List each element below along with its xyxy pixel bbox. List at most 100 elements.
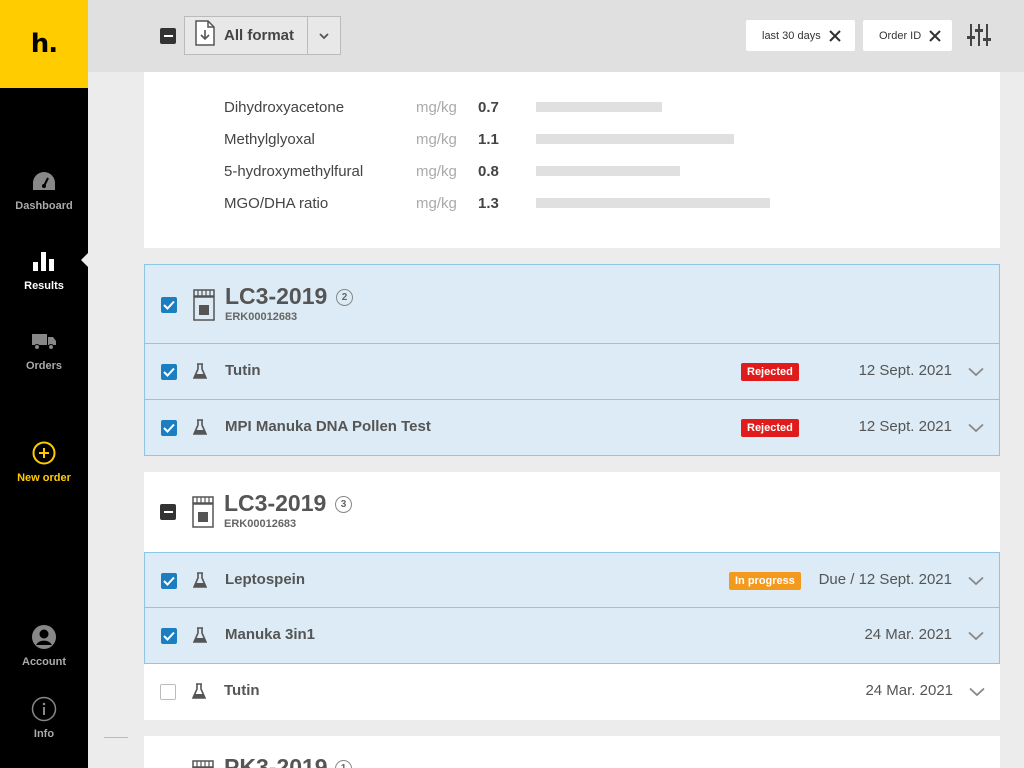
close-icon[interactable] xyxy=(828,29,841,42)
group-title: LC3-2019 xyxy=(225,283,328,309)
order-group-header[interactable]: LC3-2019 3 ERK00012683 xyxy=(144,472,1000,552)
sidebar-item-label: Dashboard xyxy=(15,200,73,212)
sidebar-item-results[interactable]: Results xyxy=(0,248,88,292)
sidebar-item-new-order[interactable]: New order xyxy=(0,440,88,484)
format-selector: All format xyxy=(184,16,341,55)
analyte-value: 1.3 xyxy=(478,195,499,212)
group-title: PK3-2019 xyxy=(224,754,328,768)
group-count-badge: 1 xyxy=(335,760,352,768)
flask-icon xyxy=(192,363,208,384)
row-checkbox[interactable] xyxy=(161,573,177,589)
sliders-icon xyxy=(966,24,992,52)
analyte-bar xyxy=(536,198,770,208)
group-code: ERK00012683 xyxy=(225,311,298,323)
flask-icon xyxy=(192,419,208,440)
row-checkbox[interactable] xyxy=(160,684,176,700)
analyte-value: 1.1 xyxy=(478,131,499,148)
analyte-name: Dihydroxyacetone xyxy=(224,99,345,116)
chevron-down-icon[interactable] xyxy=(968,364,984,382)
sidebar-item-label: New order xyxy=(17,472,71,484)
status-badge: In progress xyxy=(729,572,801,590)
analyte-bar xyxy=(536,166,680,176)
test-name: Leptospein xyxy=(225,571,306,588)
sidebar-item-info[interactable]: Info xyxy=(0,696,88,740)
test-row[interactable]: Tutin Rejected 12 Sept. 2021 xyxy=(144,344,1000,400)
row-checkbox[interactable] xyxy=(161,420,177,436)
flask-icon xyxy=(191,683,207,704)
select-all-checkbox[interactable] xyxy=(160,28,176,44)
sidebar-item-dashboard[interactable]: Dashboard xyxy=(0,168,88,212)
gauge-icon xyxy=(31,168,57,194)
format-dropdown-button[interactable] xyxy=(308,17,340,54)
chevron-down-icon[interactable] xyxy=(968,420,984,438)
analyte-value: 0.8 xyxy=(478,163,499,180)
test-row[interactable]: Leptospein In progress Due / 12 Sept. 20… xyxy=(144,552,1000,608)
chevron-down-icon[interactable] xyxy=(969,684,985,702)
sidebar-item-label: Results xyxy=(24,280,64,292)
active-indicator xyxy=(81,253,88,267)
order-group-header[interactable]: PK3-2019 1 xyxy=(144,736,1000,768)
sidebar-item-label: Account xyxy=(22,656,66,668)
sample-jar-icon xyxy=(192,496,214,533)
chip-label: Order ID xyxy=(879,29,922,42)
logo-text: h. xyxy=(30,29,58,59)
analyte-unit: mg/kg xyxy=(416,131,457,148)
chevron-down-icon xyxy=(319,27,329,45)
sample-jar-icon xyxy=(193,289,215,326)
filter-chip-order-id[interactable]: Order ID xyxy=(863,20,952,51)
format-label: All format xyxy=(224,27,295,44)
download-file-icon xyxy=(194,20,216,51)
test-row[interactable]: MPI Manuka DNA Pollen Test Rejected 12 S… xyxy=(144,400,1000,456)
test-date: 12 Sept. 2021 xyxy=(858,362,952,379)
chevron-down-icon[interactable] xyxy=(968,573,984,591)
test-name: Tutin xyxy=(224,682,260,699)
test-date: Due / 12 Sept. 2021 xyxy=(818,571,952,588)
divider xyxy=(104,737,128,738)
test-name: MPI Manuka DNA Pollen Test xyxy=(225,418,431,435)
chip-label: last 30 days xyxy=(762,29,821,42)
status-badge: Rejected xyxy=(741,363,799,381)
user-icon xyxy=(31,624,57,650)
group-count-badge: 2 xyxy=(336,289,353,306)
sidebar-item-orders[interactable]: Orders xyxy=(0,328,88,372)
group-title: LC3-2019 xyxy=(224,490,327,516)
info-icon xyxy=(31,696,57,722)
status-badge: Rejected xyxy=(741,419,799,437)
order-group-header[interactable]: LC3-2019 2 ERK00012683 xyxy=(144,264,1000,344)
row-checkbox[interactable] xyxy=(161,364,177,380)
test-row[interactable]: Manuka 3in1 24 Mar. 2021 xyxy=(144,608,1000,664)
toolbar: All format last 30 days Order ID xyxy=(88,0,1024,72)
bar-chart-icon xyxy=(31,248,57,274)
close-icon[interactable] xyxy=(929,29,941,42)
analyte-unit: mg/kg xyxy=(416,163,457,180)
sidebar-item-label: Orders xyxy=(25,360,63,372)
flask-icon xyxy=(192,572,208,593)
analyte-name: MGO/DHA ratio xyxy=(224,195,329,212)
download-format-button[interactable]: All format xyxy=(185,17,309,54)
sidebar-item-account[interactable]: Account xyxy=(0,624,88,668)
plus-circle-icon xyxy=(31,440,57,466)
filter-settings-button[interactable] xyxy=(966,22,994,50)
analyte-value: 0.7 xyxy=(478,99,499,116)
test-date: 24 Mar. 2021 xyxy=(864,626,952,643)
test-date: 24 Mar. 2021 xyxy=(865,682,953,699)
sidebar-item-label: Info xyxy=(33,728,55,740)
filter-chip-date[interactable]: last 30 days xyxy=(746,20,855,51)
group-checkbox[interactable] xyxy=(160,504,176,520)
analyte-unit: mg/kg xyxy=(416,99,457,116)
row-checkbox[interactable] xyxy=(161,628,177,644)
group-checkbox[interactable] xyxy=(161,297,177,313)
flask-icon xyxy=(192,627,208,648)
group-count-badge: 3 xyxy=(335,496,352,513)
logo[interactable]: h. xyxy=(0,0,88,88)
test-name: Manuka 3in1 xyxy=(225,626,316,643)
test-date: 12 Sept. 2021 xyxy=(858,418,952,435)
analyte-name: 5-hydroxymethylfural xyxy=(224,163,364,180)
test-name: Tutin xyxy=(225,362,261,379)
chevron-down-icon[interactable] xyxy=(968,628,984,646)
test-row[interactable]: Tutin 24 Mar. 2021 xyxy=(144,664,1000,720)
sample-jar-icon xyxy=(192,760,214,768)
truck-icon xyxy=(31,328,57,354)
analyte-name: Methylglyoxal xyxy=(224,131,315,148)
sidebar: h. Dashboard Results Orders New order Ac… xyxy=(0,0,88,768)
